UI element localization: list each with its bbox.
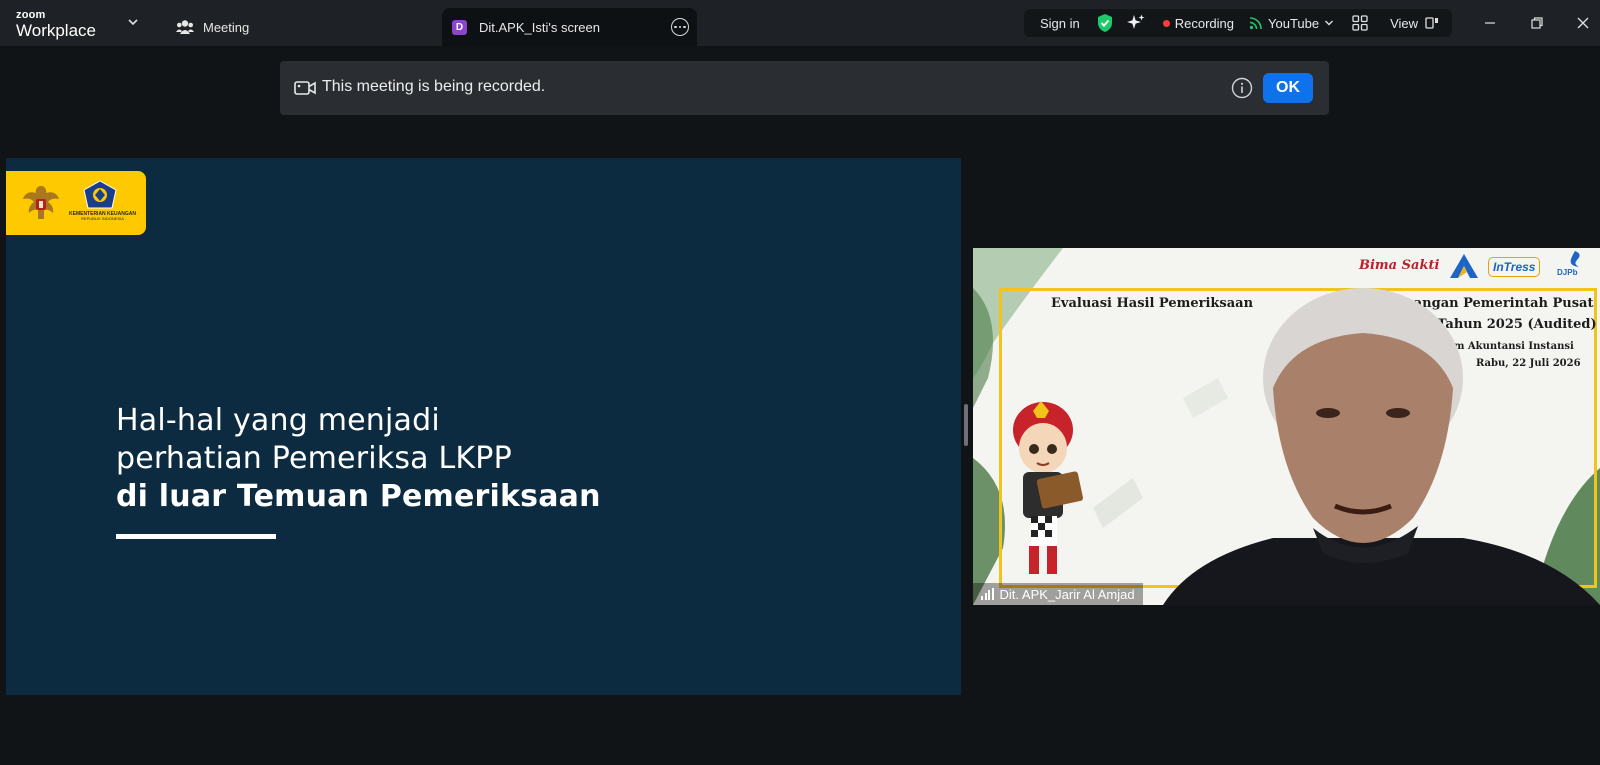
title-bar: zoom Workplace Meeting D Dit.APK_Isti's … <box>0 0 1600 46</box>
chevron-down-icon[interactable] <box>127 16 139 28</box>
ministry-name: KEMENTERIAN KEUANGAN REPUBLIK INDONESIA <box>69 211 136 221</box>
tab-screen-label: Dit.APK_Isti's screen <box>479 19 600 35</box>
tab-meeting-label: Meeting <box>203 19 250 35</box>
tab-meeting[interactable]: Meeting <box>176 8 249 46</box>
signal-strength-icon <box>981 588 994 600</box>
security-shield-icon[interactable] <box>1096 13 1114 33</box>
logo-brand-top: zoom <box>16 9 46 21</box>
close-icon[interactable] <box>1573 13 1593 33</box>
slide-heading: Hal-hal yang menjadi perhatian Pemeriksa… <box>116 402 601 516</box>
logo-brand-bottom: Workplace <box>16 21 96 40</box>
zoom-workplace-logo[interactable]: zoom Workplace <box>16 9 96 40</box>
recording-indicator[interactable]: Recording <box>1162 15 1235 31</box>
sign-in-label: Sign in <box>1040 15 1080 31</box>
slide-underline <box>116 534 276 539</box>
gallery-grid-icon[interactable] <box>1352 15 1368 31</box>
view-label: View <box>1390 15 1419 31</box>
minimize-icon[interactable] <box>1480 13 1500 33</box>
meeting-icon <box>176 20 194 34</box>
restore-icon[interactable] <box>1527 13 1547 33</box>
more-options-icon[interactable] <box>671 18 689 36</box>
view-layout-icon <box>1425 17 1439 29</box>
presenter-avatar-badge: D <box>452 19 467 35</box>
speaker-silhouette <box>1163 288 1600 605</box>
recording-dot-icon <box>1162 19 1170 27</box>
recording-notice-text: This meeting is being recorded. <box>322 78 546 95</box>
recording-notice-banner: This meeting is being recorded. OK <box>280 61 1329 115</box>
kemenkeu-emblem-icon <box>83 180 117 209</box>
youtube-label: YouTube <box>1268 15 1320 31</box>
chevron-down-icon <box>1325 20 1334 26</box>
garuda-emblem-icon <box>23 186 59 219</box>
ai-companion-icon[interactable] <box>1126 13 1146 33</box>
shared-screen-slide: KEMENTERIAN KEUANGAN REPUBLIK INDONESIA … <box>6 158 961 695</box>
djpb-emblem-icon <box>1570 251 1580 267</box>
ok-button[interactable]: OK <box>1263 73 1313 103</box>
mascot-illustration <box>1013 401 1083 574</box>
slide-heading-line-1: Hal-hal yang menjadi <box>116 403 440 438</box>
meeting-toolbar: Sign in Recording YouTube View <box>1024 9 1452 37</box>
view-button[interactable]: View <box>1390 16 1439 31</box>
slide-heading-line-2: perhatian Pemeriksa LKPP <box>116 441 512 476</box>
tab-shared-screen[interactable]: D Dit.APK_Isti's screen <box>442 8 697 46</box>
participant-video-tile[interactable]: Bima Sakti InTress DJPb Evaluasi Hasil P… <box>973 248 1600 605</box>
recording-label: Recording <box>1174 15 1235 31</box>
participant-name-label: Dit. APK_Jarir Al Amjad <box>973 583 1143 605</box>
video-camera-icon <box>294 81 316 95</box>
participant-name: Dit. APK_Jarir Al Amjad <box>999 586 1135 602</box>
ministry-logo-panel: KEMENTERIAN KEUANGAN REPUBLIK INDONESIA <box>6 171 146 235</box>
slide-heading-line-3: di luar Temuan Pemeriksaan <box>116 479 601 514</box>
info-icon[interactable] <box>1231 77 1253 99</box>
youtube-live-button[interactable]: YouTube <box>1249 16 1334 31</box>
sign-in-button[interactable]: Sign in <box>1040 16 1080 31</box>
live-stream-icon <box>1249 17 1262 30</box>
split-view-handle[interactable] <box>964 404 968 446</box>
